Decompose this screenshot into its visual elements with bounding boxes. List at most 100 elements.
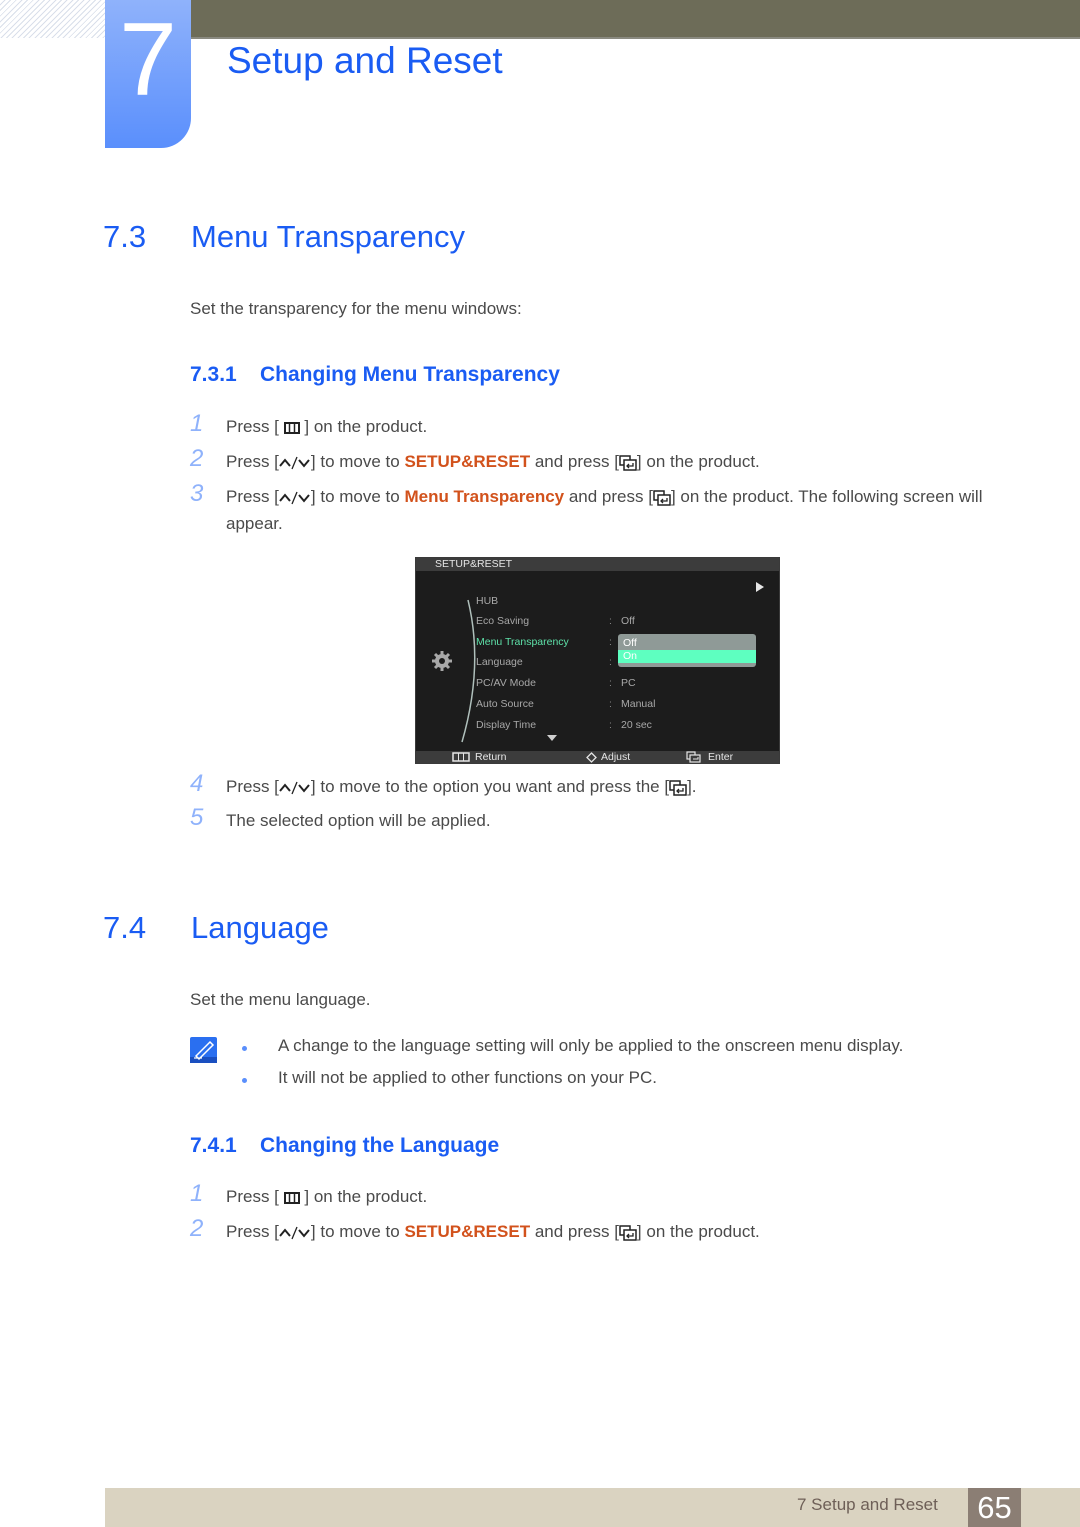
subsection-title: Changing the Language bbox=[260, 1134, 500, 1157]
chapter-number: 7 bbox=[119, 2, 177, 118]
section-number: 7.3 bbox=[103, 219, 147, 254]
step-number: 4 bbox=[190, 770, 204, 797]
bullet-dot bbox=[242, 1078, 247, 1083]
page-number: 65 bbox=[968, 1488, 1021, 1527]
step-text-part: ] to move to bbox=[310, 452, 405, 471]
step-text-part: Press [ bbox=[226, 417, 279, 436]
menu-button-icon bbox=[283, 1191, 300, 1204]
osd-item-language[interactable]: Language bbox=[476, 656, 523, 668]
step-text-part: ] on the product. bbox=[304, 1187, 428, 1206]
chapter-title: Setup and Reset bbox=[227, 40, 503, 81]
osd-title: SETUP&RESET bbox=[435, 558, 513, 570]
osd-title-bar: SETUP&RESET bbox=[416, 558, 779, 571]
step-text-part: Press [ bbox=[226, 777, 279, 796]
transparency-dropdown[interactable]: Off On bbox=[618, 634, 756, 667]
step-text-part: ] on the product. bbox=[636, 452, 760, 471]
step-number: 2 bbox=[190, 1215, 204, 1242]
step-text-part: Press [ bbox=[226, 487, 279, 506]
step-number: 2 bbox=[190, 445, 204, 472]
step-text-part: ] on the product. bbox=[304, 417, 428, 436]
subsection-heading-7-4-1: 7.4.1 Changing the Language bbox=[190, 1134, 499, 1158]
section-intro: Set the menu language. bbox=[190, 990, 371, 1009]
step-text: Press [ ] on the product. bbox=[226, 413, 1006, 440]
osd-footer: Return Adjust Enter bbox=[416, 751, 779, 763]
osd-value-display-time: 20 sec bbox=[621, 719, 652, 731]
menu-button-icon bbox=[283, 421, 300, 434]
footer-enter-label: Enter bbox=[708, 751, 734, 763]
return-menu-icon bbox=[452, 752, 470, 762]
step-text-part: Press [ bbox=[226, 1187, 279, 1206]
note-text: It will not be applied to other function… bbox=[278, 1068, 657, 1087]
step-text: Press [ ] on the product. bbox=[226, 1183, 1006, 1210]
osd-value-pc-av-mode: PC bbox=[621, 677, 636, 689]
step-text: Press [] to move to the option you want … bbox=[226, 773, 1006, 800]
osd-colon: : bbox=[609, 698, 612, 710]
note-icon bbox=[190, 1037, 217, 1063]
section-number: 7.4 bbox=[103, 910, 147, 945]
adjust-diamond-icon bbox=[586, 752, 597, 763]
osd-item-menu-transparency[interactable]: Menu Transparency bbox=[476, 636, 569, 648]
step-text: The selected option will be applied. bbox=[226, 811, 491, 830]
up-down-arrows-icon bbox=[279, 1226, 310, 1239]
down-arrow-icon bbox=[547, 735, 557, 741]
step-number: 1 bbox=[190, 410, 204, 437]
right-arrow-icon bbox=[756, 582, 764, 592]
section-title: Menu Transparency bbox=[191, 219, 465, 254]
bullet-dot bbox=[242, 1046, 247, 1051]
osd-item-eco-saving[interactable]: Eco Saving bbox=[476, 615, 529, 627]
osd-colon: : bbox=[609, 677, 612, 689]
highlight-setup-reset: SETUP&RESET bbox=[404, 452, 531, 471]
osd-value-eco-saving: Off bbox=[621, 615, 635, 627]
step-text: Press [ ] to move to Menu Transparency an… bbox=[226, 483, 1006, 537]
section-title: Language bbox=[191, 910, 329, 945]
step-text: Press [ ] to move to SETUP&RESET and pres… bbox=[226, 1218, 1006, 1245]
enter-source-icon bbox=[653, 489, 671, 506]
osd-item-display-time[interactable]: Display Time bbox=[476, 719, 536, 731]
step-number: 3 bbox=[190, 480, 204, 507]
section-intro: Set the transparency for the menu window… bbox=[190, 299, 522, 318]
subsection-title: Changing Menu Transparency bbox=[260, 363, 560, 386]
step-text-part: and press [ bbox=[564, 487, 653, 506]
decorative-hatch bbox=[0, 0, 105, 38]
highlight-menu-transparency: Menu Transparency bbox=[404, 487, 565, 506]
subsection-number: 7.4.1 bbox=[190, 1134, 237, 1157]
step-text-part: Press [ bbox=[226, 1222, 279, 1241]
dropdown-option-on[interactable]: On bbox=[618, 650, 756, 663]
osd-colon: : bbox=[609, 636, 612, 648]
osd-item-hub[interactable]: HUB bbox=[476, 595, 498, 607]
osd-colon: : bbox=[609, 719, 612, 731]
gear-icon bbox=[432, 651, 452, 671]
section-heading-7-4: 7.4 Language bbox=[103, 910, 329, 946]
step-text-part: Press [ bbox=[226, 452, 279, 471]
header-bar bbox=[190, 0, 1080, 39]
step-text: Press [ ] to move to SETUP&RESET and pres… bbox=[226, 448, 1006, 475]
option-label: Off bbox=[623, 637, 637, 649]
step-text-part: ]. bbox=[687, 777, 697, 796]
option-label: On bbox=[623, 650, 638, 662]
osd-item-pc-av-mode[interactable]: PC/AV Mode bbox=[476, 677, 536, 689]
step-text-part: ] to move to bbox=[310, 487, 405, 506]
subsection-heading-7-3-1: 7.3.1 Changing Menu Transparency bbox=[190, 363, 560, 387]
enter-source-icon bbox=[669, 779, 687, 796]
subsection-number: 7.3.1 bbox=[190, 363, 237, 386]
up-down-arrows-icon bbox=[279, 781, 310, 794]
osd-value-auto-source: Manual bbox=[621, 698, 656, 710]
step-number: 1 bbox=[190, 1180, 204, 1207]
osd-colon: : bbox=[609, 615, 612, 627]
enter-icon bbox=[686, 751, 701, 763]
up-down-arrows-icon bbox=[279, 456, 310, 469]
osd-item-auto-source[interactable]: Auto Source bbox=[476, 698, 534, 710]
step-number: 5 bbox=[190, 804, 204, 831]
footer-return-label: Return bbox=[475, 751, 507, 763]
dropdown-option-off[interactable]: Off bbox=[618, 637, 756, 650]
step-text-part: and press [ bbox=[530, 1222, 619, 1241]
up-down-arrows-icon bbox=[279, 491, 310, 504]
section-heading-7-3: 7.3 Menu Transparency bbox=[103, 219, 465, 255]
step-text-part: ] to move to bbox=[310, 1222, 405, 1241]
step-text-part: and press [ bbox=[530, 452, 619, 471]
highlight-setup-reset: SETUP&RESET bbox=[404, 1222, 531, 1241]
enter-source-icon bbox=[619, 454, 637, 471]
step-text-part: ] on the product. bbox=[636, 1222, 760, 1241]
enter-source-icon bbox=[619, 1224, 637, 1241]
osd-colon: : bbox=[609, 656, 612, 668]
